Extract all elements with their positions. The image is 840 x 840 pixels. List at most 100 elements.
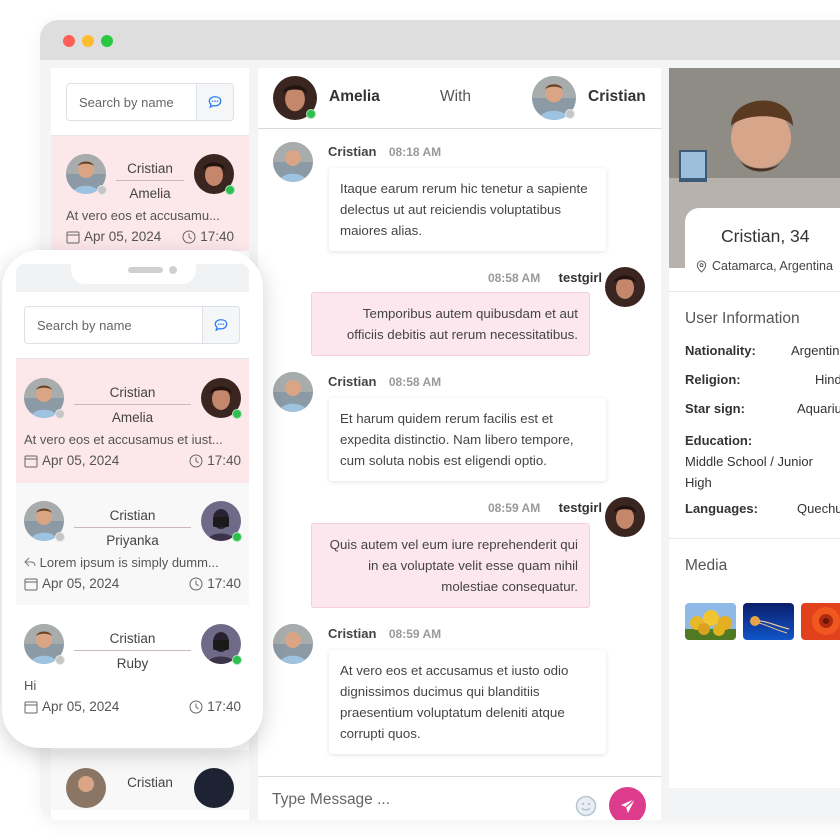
message-time: 08:58 AM <box>388 375 442 389</box>
chat-user-left[interactable]: Amelia <box>329 88 380 106</box>
conversation-participants: Cristian Priyanka <box>24 501 242 553</box>
message-header: 08:59 AM testgirl <box>488 499 602 517</box>
date-text: Apr 05, 2024 <box>42 699 120 714</box>
conversation-meta: Apr 05, 2024 17:40 <box>24 696 241 718</box>
message-header: Cristian 08:18 AM <box>328 143 441 161</box>
with-label: With <box>440 88 471 105</box>
search-button[interactable] <box>202 307 239 343</box>
conversation-preview: At vero eos et accusamus et iust... <box>24 432 223 447</box>
info-value: Hindu <box>815 372 840 387</box>
conversation-preview: Lorem ipsum is simply dumm... <box>24 553 241 573</box>
conversation-meta: Apr 05, 2024 17:40 <box>66 226 234 248</box>
message-time: 08:59 AM <box>388 627 442 641</box>
conversation-item[interactable]: Cristian Priyanka Lorem ipsum is simply … <box>16 483 249 605</box>
profile-location: Catamarca, Argentina <box>695 259 833 273</box>
clock-icon <box>189 454 203 468</box>
offline-status-indicator <box>55 409 65 419</box>
conversation-names: Cristian Amelia <box>72 382 193 429</box>
date-text: Apr 05, 2024 <box>42 576 120 591</box>
info-row-nationality: Nationality: Argentina <box>685 343 840 358</box>
conversation-meta: Apr 05, 2024 17:40 <box>24 573 241 595</box>
info-value: Aquarius <box>797 401 840 416</box>
info-row-religion: Religion: Hindu <box>685 372 840 387</box>
info-value: Middle School / Junior High <box>685 454 813 490</box>
chat-user-right[interactable]: Cristian <box>588 88 646 106</box>
conversation-item[interactable]: Cristian Ruby Hi Apr 05, 2024 17:40 <box>16 605 249 729</box>
preview-text: Lorem ipsum is simply dumm... <box>39 555 219 570</box>
search-box <box>66 83 234 121</box>
search-input[interactable] <box>25 307 202 343</box>
media-title: Media <box>685 557 728 574</box>
conversation-item[interactable]: Cristian Amelia At vero eos et accusamus… <box>16 359 249 483</box>
media-thumb-tulips[interactable] <box>685 603 736 640</box>
search-button[interactable] <box>196 84 233 120</box>
time-text: 17:40 <box>200 229 234 244</box>
conversation-time: 17:40 <box>189 696 241 718</box>
calendar-icon <box>24 455 38 468</box>
online-status-indicator <box>306 109 316 119</box>
info-value: Argentina <box>791 343 840 358</box>
window-titlebar <box>40 20 840 60</box>
chat-panel: Amelia With Cristian Cristian 08:18 AM I… <box>258 68 661 820</box>
time-text: 17:40 <box>207 453 241 468</box>
user-a-name: Cristian <box>109 508 156 523</box>
message-composer <box>258 776 661 820</box>
offline-status-indicator <box>55 655 65 665</box>
conversation-time: 17:40 <box>189 573 241 595</box>
info-label: Nationality: <box>685 343 756 358</box>
message-bubble: At vero eos et accusamus et iusto odio d… <box>329 650 606 754</box>
clock-icon <box>189 700 203 714</box>
conversation-item[interactable]: Cristian <box>51 750 249 810</box>
conversation-item[interactable]: Cristian Amelia At vero eos et accusamu.… <box>51 136 249 251</box>
paper-plane-icon <box>620 798 635 813</box>
conversation-preview: At vero eos et accusamu... <box>66 208 220 223</box>
conversation-time: 17:40 <box>182 226 234 248</box>
maximize-window-button[interactable] <box>101 35 113 47</box>
message-bubble: Quis autem vel eum iure reprehenderit qu… <box>311 523 590 608</box>
online-status-indicator <box>232 409 242 419</box>
smiley-icon <box>575 795 597 817</box>
message-header: 08:58 AM testgirl <box>488 269 602 287</box>
info-label: Languages: <box>685 501 758 516</box>
emoji-button[interactable] <box>575 795 597 817</box>
user-b-name: Priyanka <box>106 533 159 548</box>
online-status-indicator <box>225 185 235 195</box>
media-thumb-flower[interactable] <box>801 603 840 640</box>
message-header: Cristian 08:58 AM <box>328 373 441 391</box>
avatar <box>605 497 645 537</box>
info-label: Religion: <box>685 372 741 387</box>
phone-screen: Cristian Amelia At vero eos et accusamus… <box>16 292 249 742</box>
user-b-name: Amelia <box>129 186 171 201</box>
user-info-title: User Information <box>685 310 800 327</box>
send-button[interactable] <box>609 787 646 820</box>
close-window-button[interactable] <box>63 35 75 47</box>
search-input[interactable] <box>67 84 196 120</box>
phone-notch <box>71 264 196 284</box>
date-text: Apr 05, 2024 <box>84 229 162 244</box>
avatar <box>273 372 313 412</box>
offline-status-indicator <box>55 532 65 542</box>
location-text: Catamarca, Argentina <box>712 259 833 273</box>
chat-header: Amelia With Cristian <box>258 68 661 129</box>
conversation-date: Apr 05, 2024 <box>24 450 119 472</box>
media-thumb-jellyfish[interactable] <box>743 603 794 640</box>
avatar <box>66 768 106 808</box>
conversation-names: Cristian Amelia <box>114 158 186 205</box>
user-a-name: Cristian <box>109 631 156 646</box>
message-time: 08:18 AM <box>388 145 442 159</box>
info-label: Education: <box>685 433 753 448</box>
info-label: Star sign: <box>685 401 745 416</box>
message-input[interactable] <box>272 791 562 809</box>
conversation-names: Cristian Ruby <box>72 628 193 675</box>
clock-icon <box>182 230 196 244</box>
minimize-window-button[interactable] <box>82 35 94 47</box>
conversation-date: Apr 05, 2024 <box>66 226 161 248</box>
avatar <box>273 624 313 664</box>
online-status-indicator <box>232 655 242 665</box>
clock-icon <box>189 577 203 591</box>
message-sender: Cristian <box>328 374 377 389</box>
time-text: 17:40 <box>207 699 241 714</box>
info-value: Quechua <box>797 501 840 516</box>
offline-status-indicator <box>97 185 107 195</box>
avatar <box>605 267 645 307</box>
